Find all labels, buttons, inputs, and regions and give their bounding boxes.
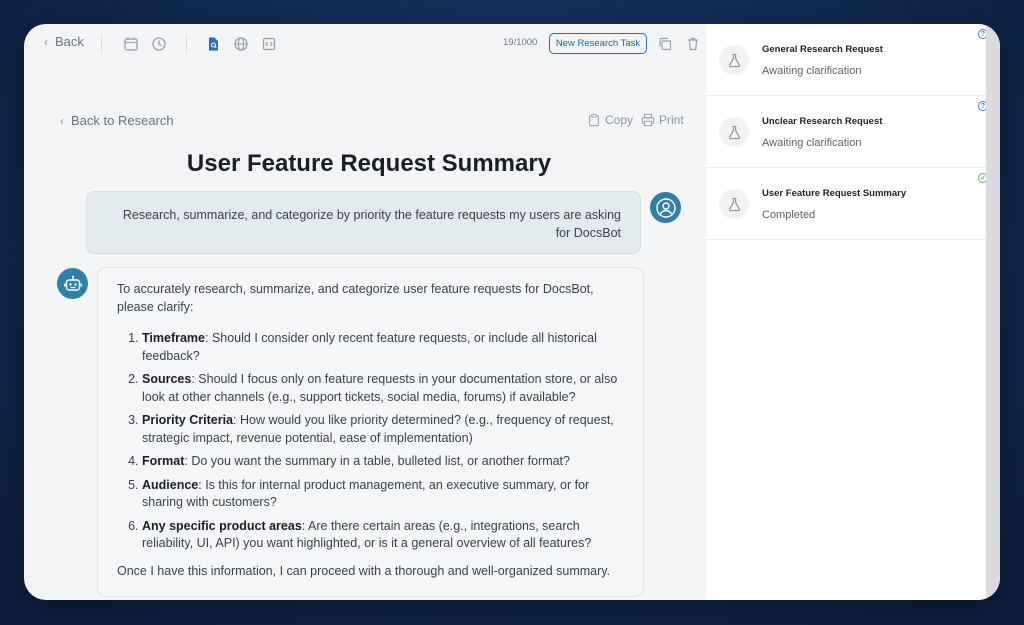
back-to-research-link[interactable]: ‹ Back to Research xyxy=(60,113,174,128)
task-title: Unclear Research Request xyxy=(762,116,883,127)
document-search-icon[interactable] xyxy=(204,35,222,53)
chevron-left-icon: ‹ xyxy=(60,113,64,128)
task-item-user-feature-request-summary[interactable]: User Feature Request Summary Completed ✓ xyxy=(706,168,988,240)
question-term: Sources xyxy=(142,372,192,386)
question-text: : Should I consider only recent feature … xyxy=(142,331,597,363)
task-title: General Research Request xyxy=(762,44,883,55)
task-title: User Feature Request Summary xyxy=(762,188,907,199)
research-task-sidebar: General Research Request Awaiting clarif… xyxy=(706,24,988,600)
list-item: Format: Do you want the summary in a tab… xyxy=(142,453,624,471)
main-panel: ‹ Back 19/1000 New Research Task ‹ Back … xyxy=(24,24,706,600)
question-term: Any specific product areas xyxy=(142,518,302,533)
calendar-icon[interactable] xyxy=(122,35,140,53)
task-item-general-research-request[interactable]: General Research Request Awaiting clarif… xyxy=(706,24,988,96)
trash-icon[interactable] xyxy=(684,35,702,53)
user-icon xyxy=(655,197,676,218)
code-icon[interactable] xyxy=(260,35,278,53)
back-button[interactable]: ‹ Back xyxy=(44,34,84,49)
assistant-message: To accurately research, summarize, and c… xyxy=(97,267,644,597)
copy-button[interactable]: Copy xyxy=(587,113,633,127)
duplicate-icon[interactable] xyxy=(656,35,674,53)
flask-icon xyxy=(719,189,749,219)
task-status: Completed xyxy=(762,209,816,221)
app-window: ‹ Back 19/1000 New Research Task ‹ Back … xyxy=(24,24,1000,600)
assistant-outro: Once I have this information, I can proc… xyxy=(117,563,611,578)
task-item-unclear-research-request[interactable]: Unclear Research Request Awaiting clarif… xyxy=(706,96,988,168)
copy-label: Copy xyxy=(605,113,634,127)
flask-icon xyxy=(719,117,749,147)
print-label: Print xyxy=(659,113,684,127)
question-term: Priority Criteria xyxy=(142,413,234,427)
back-to-research-label: Back to Research xyxy=(71,113,174,128)
task-status: Awaiting clarification xyxy=(762,137,862,149)
question-text: : Do you want the summary in a table, bu… xyxy=(184,454,570,468)
question-text: : Should I focus only on feature request… xyxy=(142,372,618,404)
list-item: Any specific product areas: Are there ce… xyxy=(142,518,624,553)
chevron-left-icon: ‹ xyxy=(44,34,48,49)
list-item: Sources: Should I focus only on feature … xyxy=(142,371,624,406)
list-item: Audience: Is this for internal product m… xyxy=(142,477,624,512)
robot-icon xyxy=(63,275,82,291)
clarification-list: Timeframe: Should I consider only recent… xyxy=(117,330,624,553)
question-term: Audience xyxy=(142,477,199,492)
task-status: Awaiting clarification xyxy=(762,65,862,77)
page-title: User Feature Request Summary xyxy=(186,150,552,177)
toolbar: ‹ Back 19/1000 New Research Task xyxy=(24,24,706,64)
user-message: Research, summarize, and categorize by p… xyxy=(86,191,641,254)
question-term: Format xyxy=(142,454,185,468)
clipboard-icon xyxy=(589,113,599,127)
print-button[interactable]: Print xyxy=(641,113,684,127)
toolbar-divider xyxy=(186,34,187,54)
back-label: Back xyxy=(55,34,84,49)
user-avatar xyxy=(650,192,681,223)
flask-icon xyxy=(719,45,749,75)
toolbar-divider xyxy=(101,34,102,54)
assistant-intro: To accurately research, summarize, and c… xyxy=(117,282,594,314)
clock-icon[interactable] xyxy=(150,35,168,53)
globe-icon[interactable] xyxy=(232,35,250,53)
sidebar-scrollbar[interactable] xyxy=(986,24,1000,600)
new-research-task-button[interactable]: New Research Task xyxy=(549,33,647,54)
task-counter: 19/1000 xyxy=(503,37,538,48)
list-item: Timeframe: Should I consider only recent… xyxy=(142,330,624,365)
bot-avatar xyxy=(57,268,88,299)
printer-icon xyxy=(641,113,655,127)
question-text: : Is this for internal product managemen… xyxy=(142,477,590,510)
list-item: Priority Criteria: How would you like pr… xyxy=(142,412,624,447)
question-term: Timeframe xyxy=(142,331,205,345)
